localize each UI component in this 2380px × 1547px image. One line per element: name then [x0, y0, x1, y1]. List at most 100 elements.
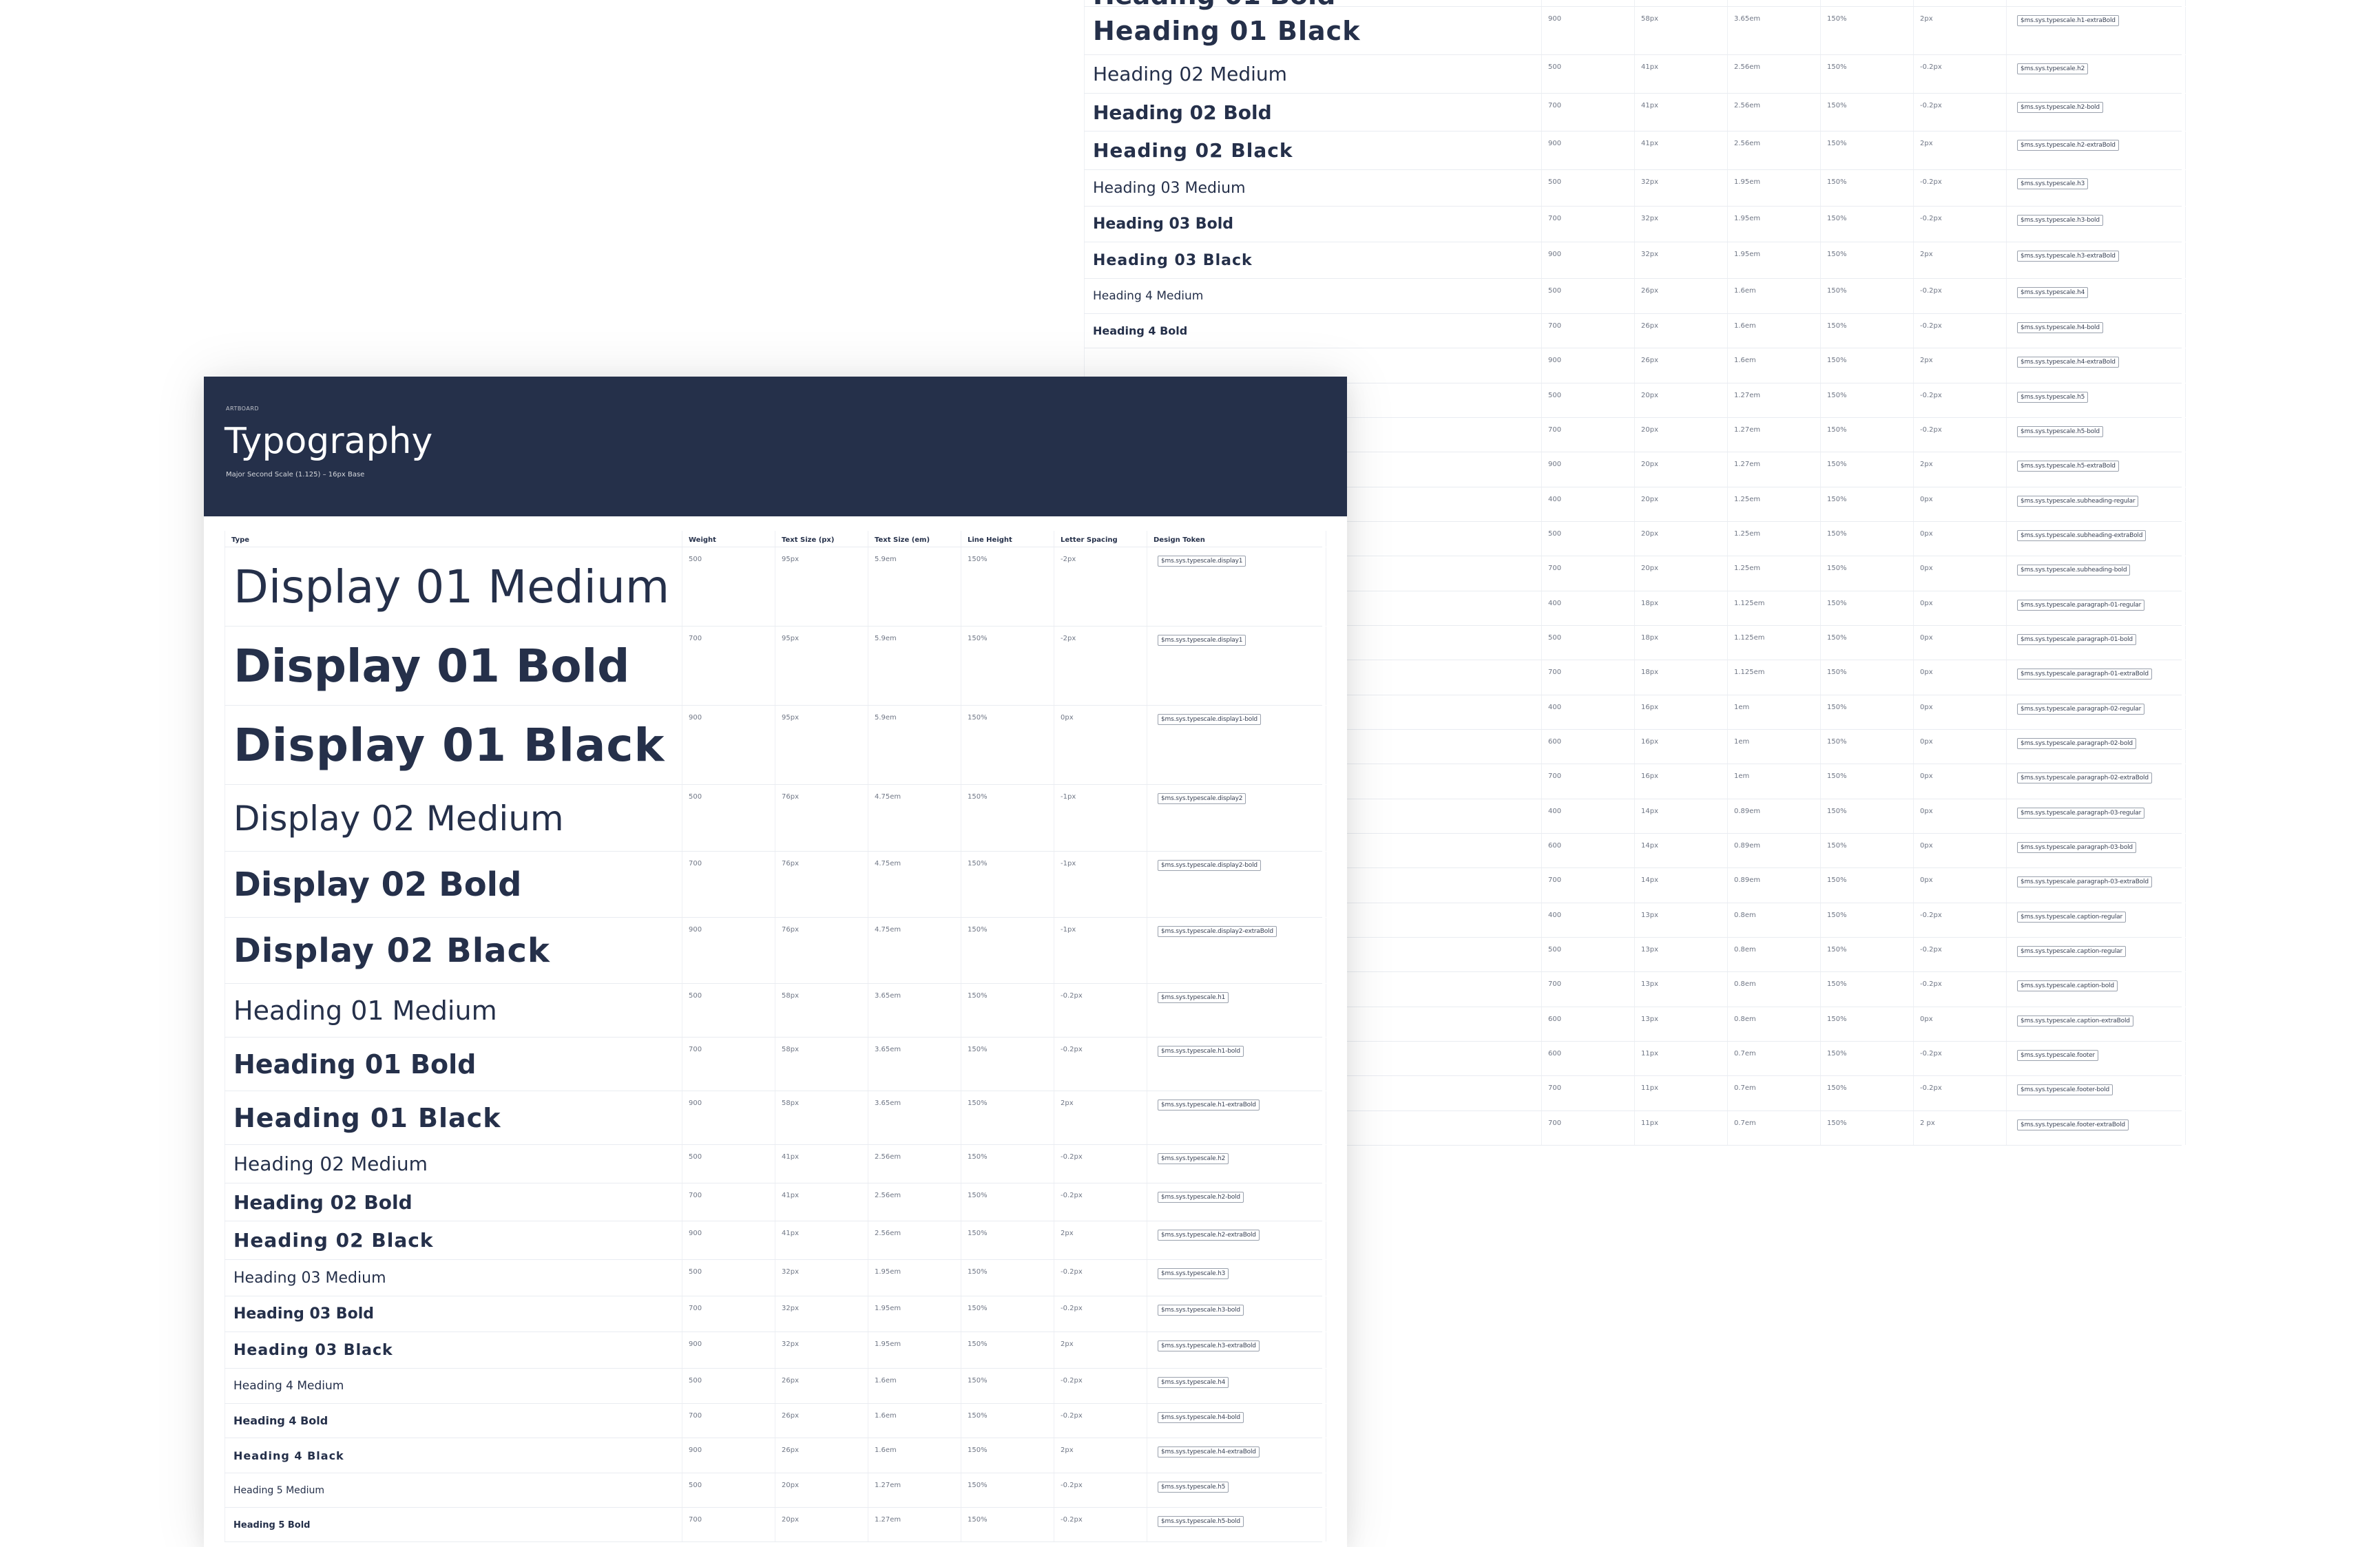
design-token-cell: $ms.sys.typescale.display1 [1147, 627, 1326, 705]
type-scale-row: Display 01 Bold 700 95px 5.9em 150% -2px $ms.s… [225, 627, 1326, 706]
value-weight: 900 [1548, 251, 1562, 258]
cell-weight: 900 [1542, 7, 1635, 54]
value-em: 3.65em [875, 1046, 901, 1053]
cell-em: 1.6em [868, 1438, 961, 1473]
cell-em: 0.89em [1728, 834, 1821, 867]
value-lh: 150% [1827, 357, 1847, 364]
column-header: Type [225, 531, 682, 547]
value-em: 1.95em [875, 1268, 901, 1276]
value-ls: -0.2px [1920, 102, 1942, 109]
value-lh: 150% [1827, 704, 1847, 711]
value-weight: 700 [689, 1516, 702, 1524]
design-token-cell: $ms.sys.typescale.paragraph-01-regular [2007, 591, 2186, 625]
cell-px: 32px [775, 1260, 868, 1296]
cell-px: 11px [1635, 1042, 1728, 1075]
design-token: $ms.sys.typescale.paragraph-01-regular [2017, 600, 2145, 611]
cell-em: 4.75em [868, 785, 961, 851]
cell-ls: -0.2px [1914, 972, 2007, 1007]
type-sample-cell: Heading 03 Medium [225, 1260, 682, 1296]
design-token-cell: $ms.sys.typescale.paragraph-03-regular [2007, 799, 2186, 833]
design-token: $ms.sys.typescale.h2 [1158, 1153, 1229, 1164]
value-ls: -0.2px [1061, 992, 1083, 1000]
cell-weight: 500 [1542, 55, 1635, 93]
cell-px: 26px [1635, 348, 1728, 383]
value-weight: 900 [689, 1230, 702, 1237]
value-px: 41px [782, 1192, 799, 1199]
cell-ls: -0.2px [1054, 1038, 1147, 1091]
type-scale-row: Heading 02 Black 900 41px 2.56em 150% 2px $ms.… [1084, 131, 2186, 170]
value-lh: 150% [968, 992, 988, 1000]
cell-em: 1.27em [1728, 383, 1821, 417]
cell-weight: 700 [1542, 207, 1635, 242]
cell-weight: 400 [1542, 695, 1635, 729]
cell-px: 14px [1635, 799, 1728, 833]
value-weight: 500 [1548, 634, 1562, 642]
value-em: 1em [1734, 704, 1750, 711]
value-px: 13px [1641, 980, 1658, 988]
value-px: 76px [782, 926, 799, 934]
value-px: 20px [1641, 565, 1658, 572]
cell-lh: 150% [1821, 7, 1914, 54]
type-scale-row: Heading 4 Medium 500 26px 1.6em 150% -0.2px $m… [1084, 279, 2186, 314]
design-token: $ms.sys.typescale.paragraph-03-regular [2017, 808, 2145, 819]
cell-weight: 500 [682, 984, 775, 1037]
value-ls: -0.2px [1061, 1153, 1083, 1161]
cell-px: 95px [775, 706, 868, 784]
cell-lh: 150% [961, 1221, 1054, 1259]
value-px: 32px [782, 1340, 799, 1348]
value-ls: 0px [1920, 600, 1933, 607]
cell-weight: 700 [682, 1296, 775, 1332]
value-px: 16px [1641, 738, 1658, 746]
value-em: 0.8em [1734, 980, 1756, 988]
cell-ls: 2px [1054, 1438, 1147, 1473]
design-token-cell: $ms.sys.typescale.h5 [1147, 1473, 1326, 1507]
cell-px: 32px [775, 1332, 868, 1368]
column-header-label: Text Size (em) [875, 536, 930, 544]
value-weight: 700 [1548, 669, 1562, 676]
cell-lh: 150% [1821, 591, 1914, 625]
cell-lh: 150% [961, 1183, 1054, 1221]
value-px: 26px [782, 1446, 799, 1454]
design-token: $ms.sys.typescale.display2 [1158, 793, 1246, 804]
value-weight: 600 [1548, 738, 1562, 746]
value-weight: 400 [1548, 704, 1562, 711]
value-px: 18px [1641, 600, 1658, 607]
cell-weight: 900 [682, 1221, 775, 1259]
design-token-cell: $ms.sys.typescale.caption-extraBold [2007, 1007, 2186, 1041]
design-token: $ms.sys.typescale.h1-bold [1158, 1046, 1244, 1057]
value-ls: 0px [1920, 808, 1933, 815]
design-token-cell: $ms.sys.typescale.h5-bold [2007, 418, 2186, 452]
cell-em: 5.9em [868, 627, 961, 705]
cell-ls: 2 px [1914, 1111, 2007, 1145]
cell-weight: 700 [682, 627, 775, 705]
cell-ls: 2px [1054, 1091, 1147, 1144]
value-ls: 0px [1920, 704, 1933, 711]
value-ls: -1px [1061, 860, 1076, 867]
type-sample-cell: Heading 03 Black [225, 1332, 682, 1368]
value-px: 20px [1641, 530, 1658, 538]
value-em: 1.125em [1734, 600, 1765, 607]
type-scale-row: Heading 02 Black 900 41px 2.56em 150% 2px $ms.… [225, 1221, 1326, 1260]
type-sample-cell: Heading 02 Bold [225, 1183, 682, 1221]
cell-em: 1.6em [1728, 348, 1821, 383]
value-px: 32px [1641, 215, 1658, 222]
cell-weight: 900 [682, 1091, 775, 1144]
value-ls: -0.2px [1061, 1482, 1083, 1489]
cell-px: 18px [1635, 626, 1728, 660]
cell-lh: 150% [961, 1473, 1054, 1507]
type-scale-row: Heading 02 Bold 700 41px 2.56em 150% -0.2px $m… [225, 1183, 1326, 1221]
cell-weight: 500 [682, 1369, 775, 1403]
type-sample-cell: Heading 01 Black [1084, 7, 1542, 54]
value-em: 1.6em [1734, 287, 1756, 295]
design-token: $ms.sys.typescale.display2-bold [1158, 860, 1261, 871]
type-scale-row: Heading 03 Medium 500 32px 1.95em 150% -0.2px… [225, 1260, 1326, 1296]
column-header: Text Size (px) [775, 531, 868, 547]
value-em: 5.9em [875, 635, 897, 642]
value-px: 76px [782, 793, 799, 801]
value-px: 32px [782, 1305, 799, 1312]
value-lh: 150% [1827, 1084, 1847, 1092]
value-weight: 900 [689, 1340, 702, 1348]
cell-ls: -0.2px [1054, 1369, 1147, 1403]
value-em: 1.95em [1734, 251, 1761, 258]
type-sample: Heading 01 Black [233, 1103, 501, 1133]
